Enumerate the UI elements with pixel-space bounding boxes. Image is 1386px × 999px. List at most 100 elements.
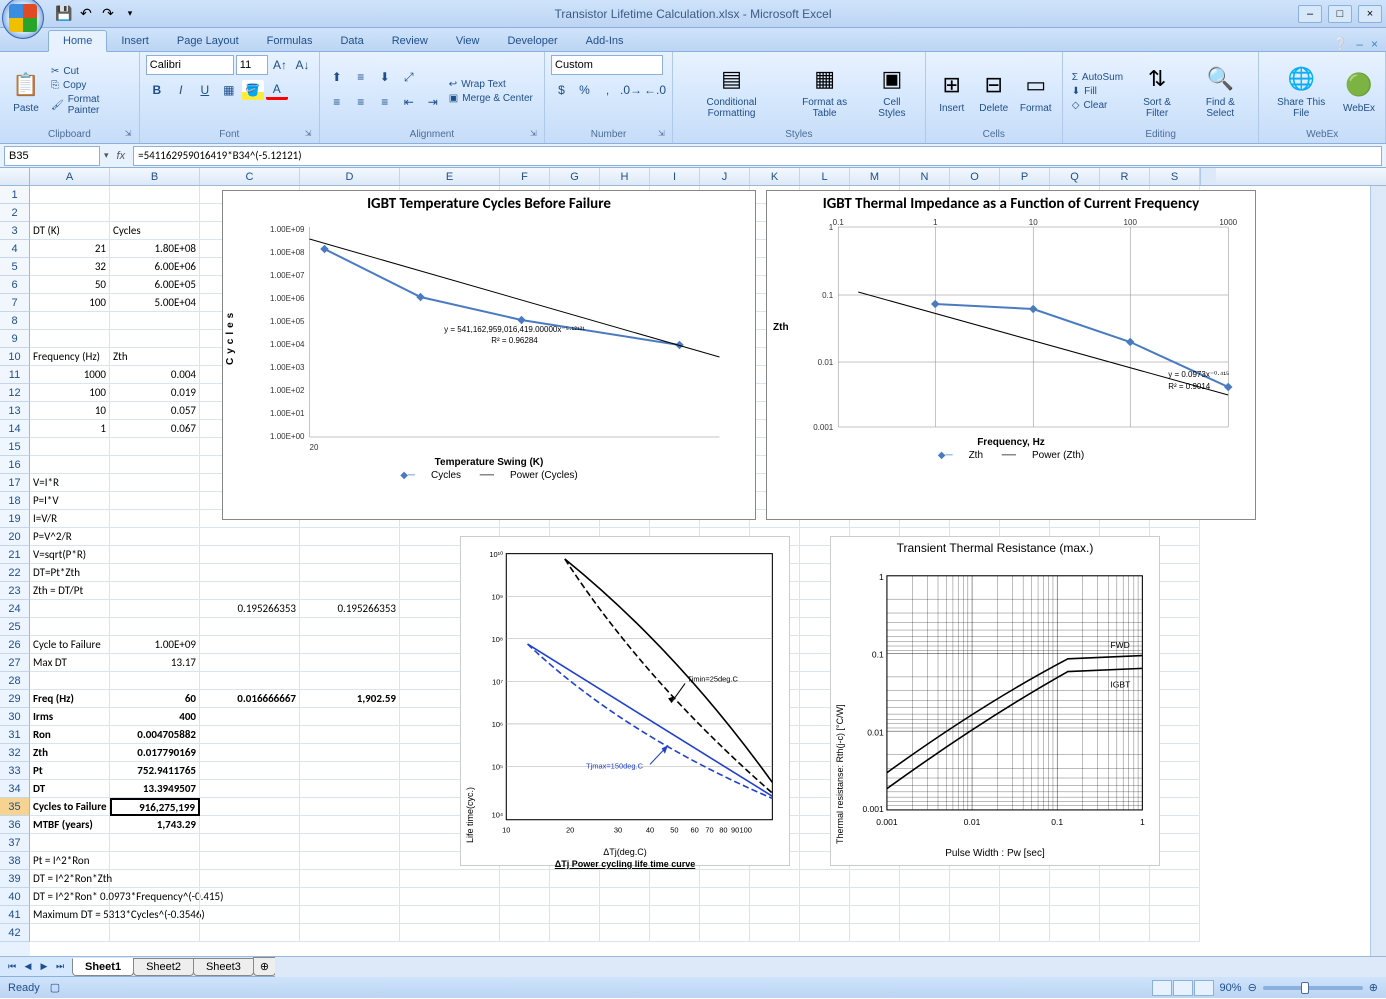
view-page-break-icon[interactable] — [1194, 980, 1214, 996]
cell-L40[interactable] — [800, 888, 850, 906]
cell-H41[interactable] — [600, 906, 650, 924]
cell-A7[interactable]: 100 — [30, 294, 110, 312]
cell-B7[interactable]: 5.00E+04 — [110, 294, 200, 312]
sheet-tab-3[interactable]: Sheet3 — [193, 958, 254, 976]
cell-B39[interactable] — [110, 870, 200, 888]
cell-D40[interactable] — [300, 888, 400, 906]
row-header-40[interactable]: 40 — [0, 888, 30, 906]
cell-R40[interactable] — [1100, 888, 1150, 906]
cell-S39[interactable] — [1150, 870, 1200, 888]
chart-igbt-cycles[interactable]: IGBT Temperature Cycles Before Failure C… — [222, 190, 756, 520]
cell-N42[interactable] — [900, 924, 950, 942]
sheet-tab-1[interactable]: Sheet1 — [72, 958, 134, 976]
cell-B22[interactable] — [110, 564, 200, 582]
cell-C31[interactable] — [200, 726, 300, 744]
cell-B12[interactable]: 0.019 — [110, 384, 200, 402]
cell-S41[interactable] — [1150, 906, 1200, 924]
row-header-42[interactable]: 42 — [0, 924, 30, 942]
row-header-8[interactable]: 8 — [0, 312, 30, 330]
cell-K39[interactable] — [750, 870, 800, 888]
cell-A36[interactable]: MTBF (years) — [30, 816, 110, 834]
row-header-1[interactable]: 1 — [0, 186, 30, 204]
cell-K40[interactable] — [750, 888, 800, 906]
col-header-Q[interactable]: Q — [1050, 168, 1100, 185]
row-header-2[interactable]: 2 — [0, 204, 30, 222]
col-header-M[interactable]: M — [850, 168, 900, 185]
webex-button[interactable]: 🟢WebEx — [1339, 67, 1379, 116]
italic-button[interactable]: I — [170, 80, 192, 100]
clear-button[interactable]: ◇Clear — [1069, 99, 1126, 112]
row-header-3[interactable]: 3 — [0, 222, 30, 240]
bold-button[interactable]: B — [146, 80, 168, 100]
row-header-5[interactable]: 5 — [0, 258, 30, 276]
col-header-B[interactable]: B — [110, 168, 200, 185]
cell-B13[interactable]: 0.057 — [110, 402, 200, 420]
fill-color-button[interactable]: 🪣 — [242, 80, 264, 100]
cell-B37[interactable] — [110, 834, 200, 852]
cell-K42[interactable] — [750, 924, 800, 942]
cell-G41[interactable] — [550, 906, 600, 924]
cell-B11[interactable]: 0.004 — [110, 366, 200, 384]
format-painter-button[interactable]: 🖌Format Painter — [48, 93, 133, 117]
cell-C36[interactable] — [200, 816, 300, 834]
autosum-button[interactable]: ΣAutoSum — [1069, 71, 1126, 84]
row-header-17[interactable]: 17 — [0, 474, 30, 492]
indent-dec-icon[interactable]: ⇤ — [398, 92, 420, 112]
cell-M41[interactable] — [850, 906, 900, 924]
cell-F42[interactable] — [500, 924, 550, 942]
help-icon[interactable]: ❔ — [1333, 37, 1348, 51]
cell-A6[interactable]: 50 — [30, 276, 110, 294]
cell-E40[interactable] — [400, 888, 500, 906]
cell-D22[interactable] — [300, 564, 400, 582]
row-header-23[interactable]: 23 — [0, 582, 30, 600]
cell-I41[interactable] — [650, 906, 700, 924]
cell-A24[interactable] — [30, 600, 110, 618]
fx-icon[interactable]: fx — [113, 150, 130, 162]
cell-P41[interactable] — [1000, 906, 1050, 924]
cell-N39[interactable] — [900, 870, 950, 888]
row-header-18[interactable]: 18 — [0, 492, 30, 510]
align-bottom-icon[interactable]: ⬇ — [374, 67, 396, 87]
close-button[interactable]: × — [1358, 5, 1382, 23]
align-right-icon[interactable]: ≡ — [374, 92, 396, 112]
font-color-button[interactable]: A — [266, 80, 288, 100]
cell-A5[interactable]: 32 — [30, 258, 110, 276]
row-header-37[interactable]: 37 — [0, 834, 30, 852]
number-format-combo[interactable] — [551, 55, 663, 75]
col-header-I[interactable]: I — [650, 168, 700, 185]
tab-page-layout[interactable]: Page Layout — [163, 31, 253, 51]
cells-area[interactable]: DT (K)Cycles211.80E+08326.00E+06506.00E+… — [30, 186, 1370, 956]
cell-B29[interactable]: 60 — [110, 690, 200, 708]
cell-C42[interactable] — [200, 924, 300, 942]
cell-B42[interactable] — [110, 924, 200, 942]
comma-icon[interactable]: , — [597, 80, 618, 100]
cell-B35[interactable]: 916,275,199 — [110, 798, 200, 816]
cell-B23[interactable] — [110, 582, 200, 600]
cell-A13[interactable]: 10 — [30, 402, 110, 420]
cell-styles-button[interactable]: ▣Cell Styles — [865, 61, 919, 121]
row-header-9[interactable]: 9 — [0, 330, 30, 348]
row-header-35[interactable]: 35 — [0, 798, 30, 816]
view-page-layout-icon[interactable] — [1173, 980, 1193, 996]
row-header-19[interactable]: 19 — [0, 510, 30, 528]
zoom-slider[interactable] — [1263, 986, 1363, 990]
cell-D35[interactable] — [300, 798, 400, 816]
sort-filter-button[interactable]: ⇅Sort & Filter — [1128, 61, 1186, 121]
cell-B28[interactable] — [110, 672, 200, 690]
underline-button[interactable]: U — [194, 80, 216, 100]
dec-decimal-icon[interactable]: ←.0 — [644, 80, 666, 100]
cell-C25[interactable] — [200, 618, 300, 636]
cell-A14[interactable]: 1 — [30, 420, 110, 438]
col-header-F[interactable]: F — [500, 168, 550, 185]
cell-A31[interactable]: Ron — [30, 726, 110, 744]
cell-D25[interactable] — [300, 618, 400, 636]
cell-C30[interactable] — [200, 708, 300, 726]
minimize-button[interactable]: – — [1298, 5, 1322, 23]
col-header-R[interactable]: R — [1100, 168, 1150, 185]
cell-D26[interactable] — [300, 636, 400, 654]
cell-L41[interactable] — [800, 906, 850, 924]
percent-icon[interactable]: % — [574, 80, 595, 100]
cell-D36[interactable] — [300, 816, 400, 834]
cell-D38[interactable] — [300, 852, 400, 870]
cell-B2[interactable] — [110, 204, 200, 222]
